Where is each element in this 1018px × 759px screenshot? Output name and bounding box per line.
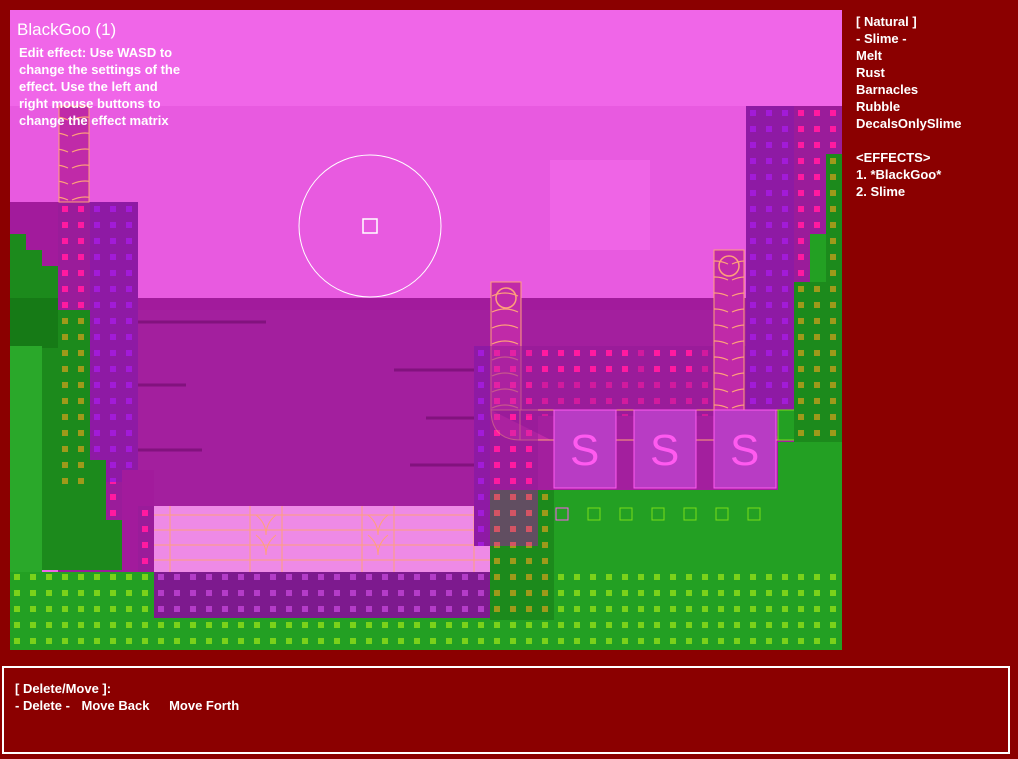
s-tile-glyph: S [650,426,679,475]
category-item-rust[interactable]: Rust [856,64,1014,81]
s-tile-glyph: S [730,426,759,475]
category-item-barnacles[interactable]: Barnacles [856,81,1014,98]
effect-title: BlackGoo (1) [17,20,117,39]
category-item-melt[interactable]: Melt [856,47,1014,64]
effects-sidebar: [ Natural ] - Slime - Melt Rust Barnacle… [856,13,1014,200]
category-item-slime[interactable]: - Slime - [856,30,1014,47]
category-item-rubble[interactable]: Rubble [856,98,1014,115]
move-back-option[interactable]: Move Back [82,698,150,713]
delete-move-options: - Delete - Move Back Move Forth [15,698,239,713]
delete-move-panel: [ Delete/Move ]: - Delete - Move Back Mo… [2,666,1010,754]
effect-item-slime[interactable]: 2. Slime [856,183,1014,200]
edit-instructions: Edit effect: Use WASD to change the sett… [19,45,181,128]
level-viewport[interactable]: S S S BlackGoo (1) Edit effect: Use WASD… [10,10,842,650]
delete-move-header: [ Delete/Move ]: [15,681,112,696]
move-forth-option[interactable]: Move Forth [169,698,239,713]
effect-item-blackgoo[interactable]: 1. *BlackGoo* [856,166,1014,183]
category-header: [ Natural ] [856,14,917,29]
category-item-decalsonlyslime[interactable]: DecalsOnlySlime [856,115,1014,132]
s-tile-glyph: S [570,426,599,475]
delete-option[interactable]: - Delete - [15,698,70,713]
effects-list-header: <EFFECTS> [856,150,931,165]
